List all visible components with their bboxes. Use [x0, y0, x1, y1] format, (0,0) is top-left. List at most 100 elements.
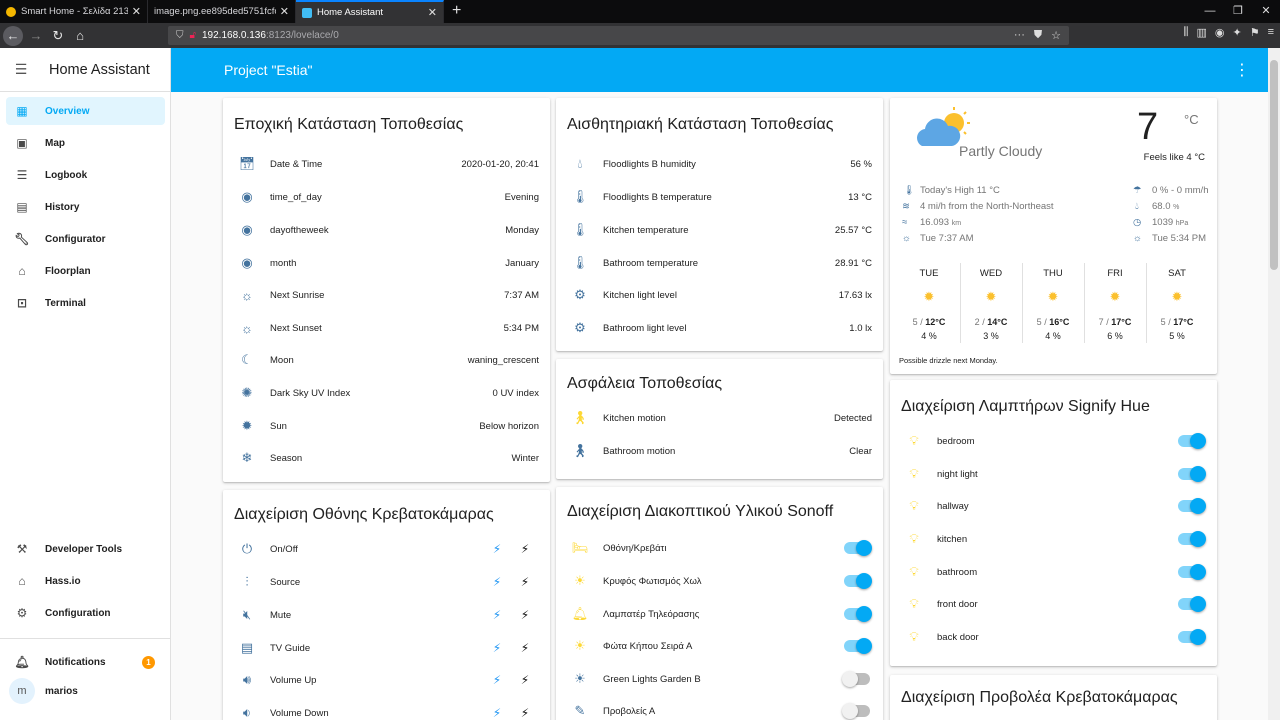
flash-off-button[interactable]: ⚡ [483, 706, 511, 720]
sidebar-toggle-icon[interactable]: ▥ [1196, 26, 1206, 39]
sidebar-item-map[interactable]: ▣ Map [6, 129, 165, 157]
entity-row[interactable]: 🌡︎ Floodlights B temperature 13 °C [567, 181, 872, 213]
sidebar-item-floorplan[interactable]: ⌂ Floorplan [6, 257, 165, 285]
menu-hamburger-icon[interactable]: ≡ [1268, 26, 1274, 39]
flash-button[interactable]: ⚡ [511, 673, 539, 687]
url-bar[interactable]: ⛉ 🔓︎ 192.168.0.136:8123/lovelace/0 ··· ⛊… [168, 26, 1069, 45]
toggle-switch[interactable] [1178, 466, 1206, 482]
entity-row[interactable]: 🌡︎ Kitchen temperature 25.57 °C [567, 214, 872, 246]
sidebar-item-terminal[interactable]: ⊡ Terminal [6, 289, 165, 317]
forecast-precip: 6 % [1107, 331, 1123, 341]
weather-card[interactable]: Partly Cloudy 7 °C Feels like 4 °C 🌡︎ To… [890, 98, 1217, 374]
toggle-switch[interactable] [1178, 531, 1206, 547]
entity-row[interactable]: ◉ dayoftheweek Monday [234, 214, 539, 246]
page-actions-icon[interactable]: ··· [1014, 29, 1025, 42]
sidebar-item-configurator[interactable]: 🔧︎ Configurator [6, 225, 165, 253]
extension-badge-icon[interactable]: ⚑ [1250, 26, 1260, 39]
toggle-switch[interactable] [844, 606, 872, 622]
precipitation: 0 % - 0 mm/h [1152, 185, 1209, 196]
lightbulb-icon: 💡︎ [909, 629, 919, 644]
library-icon[interactable]: ⫼ [1183, 26, 1188, 39]
toggle-switch[interactable] [1178, 433, 1206, 449]
extension-icon[interactable]: ✦ [1232, 26, 1241, 39]
entity-row[interactable]: ⚙ Bathroom light level 1.0 lx [567, 312, 872, 344]
entity-row[interactable]: ☾ Moon waning_crescent [234, 344, 539, 376]
forecast-precip: 4 % [921, 331, 937, 341]
flash-button[interactable]: ⚡ [511, 608, 539, 622]
entity-row[interactable]: ❄ Season Winter [234, 442, 539, 474]
sun-icon: ✹ [241, 418, 253, 433]
sidebar-item-logbook[interactable]: ☰ Logbook [6, 161, 165, 189]
flash-off-button[interactable]: ⚡ [483, 673, 511, 687]
reload-icon[interactable]: ↻ [47, 25, 69, 47]
back-arrow-icon[interactable]: ← [3, 25, 23, 46]
entity-name: Floodlights B temperature [603, 191, 712, 203]
insecure-lock-icon[interactable]: 🔓︎ [190, 30, 196, 41]
sidebar-item-history[interactable]: ▤ History [6, 193, 165, 221]
browser-tab-image[interactable]: image.png.ee895ded5751fcfc9857 ✕ [148, 0, 296, 23]
entity-row[interactable]: ✺ Dark Sky UV Index 0 UV index [234, 377, 539, 409]
eye-icon: ◉ [241, 255, 253, 270]
toggle-switch[interactable] [1178, 596, 1206, 612]
toggle-switch[interactable] [842, 703, 870, 719]
entity-row[interactable]: ◉ month January [234, 247, 539, 279]
sidebar-item-notifications[interactable]: 🔔︎ Notifications 1 [6, 648, 165, 676]
forecast-low: 2 [974, 317, 980, 327]
entity-row[interactable]: 🌡︎ Bathroom temperature 28.91 °C [567, 247, 872, 279]
close-window-icon[interactable]: ✕ [1252, 0, 1280, 23]
toggle-switch[interactable] [1178, 564, 1206, 580]
close-tab-icon[interactable]: ✕ [428, 6, 437, 19]
toggle-switch[interactable] [1178, 498, 1206, 514]
entity-value: 2020-01-20, 20:41 [461, 158, 539, 170]
sunrise-icon: ☼ [241, 287, 253, 303]
menu-collapse-icon[interactable]: ☰ [0, 61, 42, 78]
entity-row[interactable]: ☼ Next Sunrise 7:37 AM [234, 279, 539, 311]
minimize-icon[interactable]: — [1196, 0, 1224, 23]
entity-name: hallway [937, 500, 969, 512]
sidebar-item-hassio[interactable]: ⌂ Hass.io [6, 567, 165, 595]
flash-off-button[interactable]: ⚡ [483, 575, 511, 589]
flash-button[interactable]: ⚡ [511, 542, 539, 556]
account-icon[interactable]: ◉ [1215, 26, 1225, 39]
bookmark-star-icon[interactable]: ☆ [1051, 29, 1061, 42]
flash-button[interactable]: ⚡ [511, 575, 539, 589]
browser-tab-smarthome[interactable]: Smart Home - Σελίδα 213 - Ga ✕ [0, 0, 148, 23]
flash-off-button[interactable]: ⚡ [483, 542, 511, 556]
more-options-icon[interactable]: ⋮ [1234, 60, 1250, 80]
flash-off-button[interactable]: ⚡ [483, 641, 511, 655]
entity-row[interactable]: 🚶︎ Bathroom motion Clear [567, 435, 872, 467]
new-tab-button[interactable]: + [444, 0, 469, 23]
entity-row[interactable]: ⚙ Kitchen light level 17.63 lx [567, 279, 872, 311]
sidebar-item-developer-tools[interactable]: ⚒ Developer Tools [6, 535, 165, 563]
flash-button[interactable]: ⚡ [511, 641, 539, 655]
entity-row[interactable]: 🚶︎ Kitchen motion Detected [567, 402, 872, 434]
toggle-switch[interactable] [844, 573, 872, 589]
restore-icon[interactable]: ❐ [1224, 0, 1252, 23]
entity-row[interactable]: ◉ time_of_day Evening [234, 181, 539, 213]
entity-row[interactable]: 📅︎ Date & Time 2020-01-20, 20:41 [234, 148, 539, 180]
sidebar-item-user[interactable]: m marios [6, 677, 165, 705]
home-page-icon[interactable]: ⌂ [69, 25, 91, 47]
shield-icon[interactable]: ⛉ [176, 30, 184, 41]
page-scrollbar[interactable] [1268, 48, 1280, 720]
sidebar-item-overview[interactable]: ▦ Overview [6, 97, 165, 125]
browser-tab-home-assistant[interactable]: Home Assistant ✕ [296, 0, 444, 23]
entity-row[interactable]: ✹ Sun Below horizon [234, 410, 539, 442]
entity-row[interactable]: ☼ Next Sunset 5:34 PM [234, 312, 539, 344]
close-tab-icon[interactable]: ✕ [132, 5, 141, 18]
flash-button[interactable]: ⚡ [511, 706, 539, 720]
close-tab-icon[interactable]: ✕ [280, 5, 289, 18]
toggle-switch[interactable] [844, 638, 872, 654]
toggle-switch[interactable] [844, 540, 872, 556]
entity-row[interactable]: 💧︎ Floodlights B humidity 56 % [567, 148, 872, 180]
entity-name: Kitchen motion [603, 412, 666, 424]
flash-off-button[interactable]: ⚡ [483, 608, 511, 622]
avatar: m [9, 678, 35, 704]
toggle-switch[interactable] [842, 671, 870, 687]
sidebar-item-configuration[interactable]: ⚙ Configuration [6, 599, 165, 627]
pocket-icon[interactable]: ⛊ [1034, 29, 1042, 42]
forward-arrow-icon[interactable]: → [25, 25, 47, 47]
scrollbar-thumb[interactable] [1270, 60, 1278, 270]
toggle-switch[interactable] [1178, 629, 1206, 645]
wind-icon: ≋ [902, 201, 910, 212]
